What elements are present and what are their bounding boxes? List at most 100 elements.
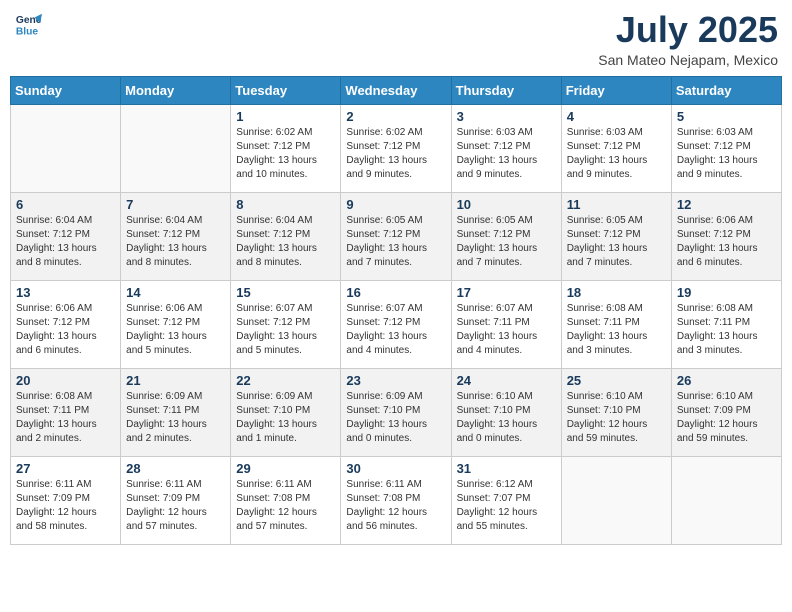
day-number: 2 [346, 109, 445, 124]
day-number: 23 [346, 373, 445, 388]
logo-icon: General Blue [14, 10, 42, 38]
day-number: 17 [457, 285, 556, 300]
calendar-day: 13 Sunrise: 6:06 AM Sunset: 7:12 PM Dayli… [11, 280, 121, 368]
day-info: Sunrise: 6:06 AM Sunset: 7:12 PM Dayligh… [677, 214, 776, 270]
weekday-header-thursday: Thursday [451, 76, 561, 104]
day-info: Sunrise: 6:05 AM Sunset: 7:12 PM Dayligh… [457, 214, 556, 270]
weekday-header-tuesday: Tuesday [231, 76, 341, 104]
calendar-day: 14 Sunrise: 6:06 AM Sunset: 7:12 PM Dayli… [121, 280, 231, 368]
location: San Mateo Nejapam, Mexico [598, 52, 778, 68]
day-info: Sunrise: 6:07 AM Sunset: 7:12 PM Dayligh… [346, 302, 445, 358]
day-info: Sunrise: 6:04 AM Sunset: 7:12 PM Dayligh… [16, 214, 115, 270]
calendar-week-4: 20 Sunrise: 6:08 AM Sunset: 7:11 PM Dayli… [11, 368, 782, 456]
day-info: Sunrise: 6:03 AM Sunset: 7:12 PM Dayligh… [567, 126, 666, 182]
day-number: 10 [457, 197, 556, 212]
calendar-day: 1 Sunrise: 6:02 AM Sunset: 7:12 PM Daylig… [231, 104, 341, 192]
calendar-day: 31 Sunrise: 6:12 AM Sunset: 7:07 PM Dayli… [451, 456, 561, 544]
calendar-header-row: SundayMondayTuesdayWednesdayThursdayFrid… [11, 76, 782, 104]
calendar-day: 11 Sunrise: 6:05 AM Sunset: 7:12 PM Dayli… [561, 192, 671, 280]
day-info: Sunrise: 6:07 AM Sunset: 7:11 PM Dayligh… [457, 302, 556, 358]
day-number: 20 [16, 373, 115, 388]
day-number: 5 [677, 109, 776, 124]
weekday-header-wednesday: Wednesday [341, 76, 451, 104]
calendar-week-5: 27 Sunrise: 6:11 AM Sunset: 7:09 PM Dayli… [11, 456, 782, 544]
day-number: 27 [16, 461, 115, 476]
day-info: Sunrise: 6:08 AM Sunset: 7:11 PM Dayligh… [677, 302, 776, 358]
day-number: 13 [16, 285, 115, 300]
day-info: Sunrise: 6:08 AM Sunset: 7:11 PM Dayligh… [16, 390, 115, 446]
day-number: 25 [567, 373, 666, 388]
calendar-day: 29Sunrise: 6:11 AM Sunset: 7:08 PM Dayli… [231, 456, 341, 544]
day-info: Sunrise: 6:11 AM Sunset: 7:09 PM Dayligh… [126, 478, 225, 534]
weekday-header-saturday: Saturday [671, 76, 781, 104]
day-number: 11 [567, 197, 666, 212]
day-number: 19 [677, 285, 776, 300]
day-number: 16 [346, 285, 445, 300]
day-number: 22 [236, 373, 335, 388]
day-info: Sunrise: 6:06 AM Sunset: 7:12 PM Dayligh… [126, 302, 225, 358]
day-info: Sunrise: 6:10 AM Sunset: 7:09 PM Dayligh… [677, 390, 776, 446]
day-info: Sunrise: 6:06 AM Sunset: 7:12 PM Dayligh… [16, 302, 115, 358]
day-number: 18 [567, 285, 666, 300]
svg-text:Blue: Blue [16, 26, 39, 37]
calendar-day: 24 Sunrise: 6:10 AM Sunset: 7:10 PM Dayli… [451, 368, 561, 456]
day-info: Sunrise: 6:11 AM Sunset: 7:08 PM Dayligh… [346, 478, 445, 534]
day-number: 1 [236, 109, 335, 124]
day-info: Sunrise: 6:05 AM Sunset: 7:12 PM Dayligh… [567, 214, 666, 270]
calendar-day: 30Sunrise: 6:11 AM Sunset: 7:08 PM Dayli… [341, 456, 451, 544]
day-info: Sunrise: 6:11 AM Sunset: 7:08 PM Dayligh… [236, 478, 335, 534]
calendar-day [121, 104, 231, 192]
calendar-day: 21Sunrise: 6:09 AM Sunset: 7:11 PM Dayli… [121, 368, 231, 456]
calendar-week-1: 1 Sunrise: 6:02 AM Sunset: 7:12 PM Daylig… [11, 104, 782, 192]
day-info: Sunrise: 6:10 AM Sunset: 7:10 PM Dayligh… [457, 390, 556, 446]
calendar-day: 25 Sunrise: 6:10 AM Sunset: 7:10 PM Dayli… [561, 368, 671, 456]
day-number: 26 [677, 373, 776, 388]
calendar-day: 15 Sunrise: 6:07 AM Sunset: 7:12 PM Dayli… [231, 280, 341, 368]
calendar-day: 8 Sunrise: 6:04 AM Sunset: 7:12 PM Daylig… [231, 192, 341, 280]
day-info: Sunrise: 6:03 AM Sunset: 7:12 PM Dayligh… [677, 126, 776, 182]
day-number: 9 [346, 197, 445, 212]
calendar-day: 17 Sunrise: 6:07 AM Sunset: 7:11 PM Dayli… [451, 280, 561, 368]
day-number: 14 [126, 285, 225, 300]
calendar-week-3: 13 Sunrise: 6:06 AM Sunset: 7:12 PM Dayli… [11, 280, 782, 368]
month-year: July 2025 [598, 10, 778, 50]
day-info: Sunrise: 6:10 AM Sunset: 7:10 PM Dayligh… [567, 390, 666, 446]
calendar-day: 2 Sunrise: 6:02 AM Sunset: 7:12 PM Daylig… [341, 104, 451, 192]
day-number: 3 [457, 109, 556, 124]
day-info: Sunrise: 6:02 AM Sunset: 7:12 PM Dayligh… [236, 126, 335, 182]
day-info: Sunrise: 6:09 AM Sunset: 7:10 PM Dayligh… [236, 390, 335, 446]
day-number: 15 [236, 285, 335, 300]
day-number: 4 [567, 109, 666, 124]
calendar-day: 5 Sunrise: 6:03 AM Sunset: 7:12 PM Daylig… [671, 104, 781, 192]
weekday-header-friday: Friday [561, 76, 671, 104]
day-number: 24 [457, 373, 556, 388]
calendar-day: 12 Sunrise: 6:06 AM Sunset: 7:12 PM Dayli… [671, 192, 781, 280]
calendar-week-2: 6 Sunrise: 6:04 AM Sunset: 7:12 PM Daylig… [11, 192, 782, 280]
calendar-table: SundayMondayTuesdayWednesdayThursdayFrid… [10, 76, 782, 545]
day-info: Sunrise: 6:04 AM Sunset: 7:12 PM Dayligh… [126, 214, 225, 270]
calendar-day: 9 Sunrise: 6:05 AM Sunset: 7:12 PM Daylig… [341, 192, 451, 280]
day-info: Sunrise: 6:02 AM Sunset: 7:12 PM Dayligh… [346, 126, 445, 182]
day-number: 31 [457, 461, 556, 476]
calendar-day: 4 Sunrise: 6:03 AM Sunset: 7:12 PM Daylig… [561, 104, 671, 192]
page-header: General Blue July 2025 San Mateo Nejapam… [10, 10, 782, 68]
calendar-day: 18Sunrise: 6:08 AM Sunset: 7:11 PM Dayli… [561, 280, 671, 368]
day-number: 6 [16, 197, 115, 212]
day-number: 12 [677, 197, 776, 212]
calendar-day: 20 Sunrise: 6:08 AM Sunset: 7:11 PM Dayli… [11, 368, 121, 456]
day-info: Sunrise: 6:07 AM Sunset: 7:12 PM Dayligh… [236, 302, 335, 358]
day-info: Sunrise: 6:04 AM Sunset: 7:12 PM Dayligh… [236, 214, 335, 270]
calendar-day [11, 104, 121, 192]
day-number: 7 [126, 197, 225, 212]
day-info: Sunrise: 6:05 AM Sunset: 7:12 PM Dayligh… [346, 214, 445, 270]
calendar-day [671, 456, 781, 544]
day-info: Sunrise: 6:12 AM Sunset: 7:07 PM Dayligh… [457, 478, 556, 534]
calendar-day: 6 Sunrise: 6:04 AM Sunset: 7:12 PM Daylig… [11, 192, 121, 280]
calendar-day: 19 Sunrise: 6:08 AM Sunset: 7:11 PM Dayli… [671, 280, 781, 368]
weekday-header-sunday: Sunday [11, 76, 121, 104]
calendar-day: 7 Sunrise: 6:04 AM Sunset: 7:12 PM Daylig… [121, 192, 231, 280]
day-info: Sunrise: 6:09 AM Sunset: 7:11 PM Dayligh… [126, 390, 225, 446]
day-info: Sunrise: 6:11 AM Sunset: 7:09 PM Dayligh… [16, 478, 115, 534]
calendar-day: 22 Sunrise: 6:09 AM Sunset: 7:10 PM Dayli… [231, 368, 341, 456]
day-number: 8 [236, 197, 335, 212]
